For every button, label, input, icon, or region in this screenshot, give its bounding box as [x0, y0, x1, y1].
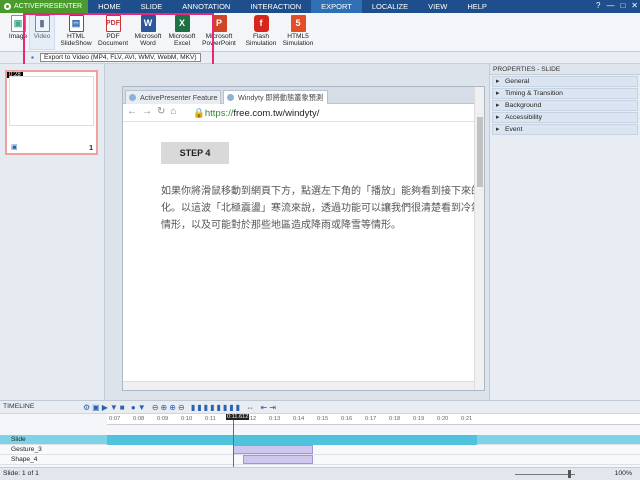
- thumb-slide-icon: ▣: [11, 144, 18, 151]
- slide-canvas[interactable]: ActivePresenter Feature Windyty 即將動態叢象預測…: [122, 86, 485, 391]
- browser-tab-activepresenter: ActivePresenter Feature: [125, 90, 221, 104]
- menu-slide[interactable]: SLIDE: [131, 0, 173, 13]
- menu-interaction[interactable]: INTERACTION: [240, 0, 311, 13]
- excel-icon: X: [174, 15, 190, 32]
- timeline-title: TIMELINE: [3, 403, 35, 410]
- browser-address-bar: ←→↻⌂ 🔒https://free.com.tw/windyty/: [123, 104, 484, 122]
- save-icon[interactable]: ▪: [31, 53, 34, 62]
- window-controls: ? — □ ✕: [596, 0, 638, 12]
- export-powerpoint-button[interactable]: P Microsoft PowerPoint: [199, 15, 239, 47]
- timeline-layer-gesture[interactable]: Gesture_3: [0, 445, 640, 455]
- thumb-slide-number: 1: [89, 145, 93, 152]
- export-video-tooltip: Export to Video (MP4, FLV, AVI, WMV, Web…: [40, 53, 201, 62]
- prop-timing-transition[interactable]: Timing & Transition: [492, 88, 638, 99]
- thumb-preview: [9, 76, 94, 126]
- prop-event[interactable]: Event: [492, 124, 638, 135]
- timeline-ruler[interactable]: 0:07 0:08 0:09 0:10 0:11 0:12 0:13 0:14 …: [107, 414, 640, 425]
- word-icon: W: [140, 15, 156, 32]
- html5-icon: 5: [290, 15, 306, 32]
- browser-nav-icons: ←→↻⌂: [127, 106, 182, 117]
- maximize-icon[interactable]: □: [620, 0, 625, 12]
- prop-accessibility[interactable]: Accessibility: [492, 112, 638, 123]
- slide-count: Slide: 1 of 1: [3, 470, 39, 477]
- menu-annotation[interactable]: ANNOTATION: [172, 0, 240, 13]
- app-tab-label: ACTIVEPRESENTER: [14, 3, 83, 10]
- menu-view[interactable]: VIEW: [418, 0, 457, 13]
- shape-object-bar[interactable]: [243, 455, 313, 464]
- lock-icon: 🔒: [193, 108, 205, 119]
- zoom-slider-handle[interactable]: [568, 470, 571, 478]
- timeline-header: TIMELINE ⚙▣▶▼■ ●▼ ⊖⊕⊕⊖ ▮▮▮▮▮▮▮▮ ⇔ ⇤⇥: [0, 401, 640, 414]
- activepresenter-logo-icon: [4, 3, 11, 10]
- timeline-toolbar[interactable]: ⚙▣▶▼■ ●▼ ⊖⊕⊕⊖ ▮▮▮▮▮▮▮▮ ⇔ ⇤⇥: [83, 403, 278, 412]
- close-icon[interactable]: ✕: [631, 0, 638, 12]
- html-slideshow-icon: ▤: [68, 15, 84, 32]
- app-menu-tab[interactable]: ACTIVEPRESENTER: [0, 0, 89, 13]
- menu-bar: ACTIVEPRESENTER HOME SLIDE ANNOTATION IN…: [0, 0, 640, 13]
- export-flash-simulation-button[interactable]: f Flash Simulation: [242, 15, 280, 47]
- tab-favicon-icon: [227, 94, 234, 101]
- slide-horizontal-scrollbar[interactable]: [123, 381, 474, 390]
- timeline-layer-shape[interactable]: Shape_4: [0, 455, 640, 465]
- slide-thumbnail[interactable]: 0:28 ▣ 1: [5, 70, 98, 155]
- video-button-hover: [29, 15, 55, 50]
- status-bar: Slide: 1 of 1 100%: [0, 467, 640, 480]
- slide-paragraph: 如果你將滑鼠移動到網頁下方，點選左下角的「播放」能夠看到接下來的 化。以這波「北…: [161, 186, 481, 231]
- menu-export[interactable]: EXPORT: [311, 0, 362, 13]
- export-pdf-button[interactable]: PDF PDF Document: [95, 15, 131, 47]
- menu-help[interactable]: HELP: [457, 0, 497, 13]
- powerpoint-icon: P: [211, 15, 227, 32]
- prop-general[interactable]: General: [492, 76, 638, 87]
- browser-url: 🔒https://free.com.tw/windyty/: [193, 108, 320, 119]
- slides-panel: 0:28 ▣ 1: [0, 64, 105, 400]
- prop-background[interactable]: Background: [492, 100, 638, 111]
- pdf-icon: PDF: [105, 15, 121, 32]
- browser-tab-strip: ActivePresenter Feature Windyty 即將動態叢象預測: [123, 87, 484, 104]
- export-word-button[interactable]: W Microsoft Word: [130, 15, 166, 47]
- slide-duration-bar[interactable]: [107, 435, 477, 445]
- zoom-level: 100%: [614, 470, 632, 477]
- menu-localize[interactable]: LOCALIZE: [362, 0, 418, 13]
- browser-tab-windyty: Windyty 即將動態叢象預測: [223, 90, 328, 104]
- menu-home[interactable]: HOME: [88, 0, 131, 13]
- minimize-icon[interactable]: —: [606, 0, 614, 12]
- tab-favicon-icon: [129, 94, 136, 101]
- export-html-slideshow-button[interactable]: ▤ HTML SlideShow: [58, 15, 94, 47]
- properties-title: PROPERTIES - SLIDE: [490, 64, 640, 75]
- help-icon[interactable]: ?: [596, 0, 600, 12]
- canvas-area: ActivePresenter Feature Windyty 即將動態叢象預測…: [105, 64, 489, 400]
- step-label: STEP 4: [161, 142, 229, 164]
- properties-panel: PROPERTIES - SLIDE General Timing & Tran…: [489, 64, 640, 400]
- gesture-object-bar[interactable]: [233, 445, 313, 454]
- export-html5-simulation-button[interactable]: 5 HTML5 Simulation: [279, 15, 317, 47]
- slide-vertical-scrollbar[interactable]: [474, 87, 484, 390]
- flash-icon: f: [253, 15, 269, 32]
- timeline-panel: TIMELINE ⚙▣▶▼■ ●▼ ⊖⊕⊕⊖ ▮▮▮▮▮▮▮▮ ⇔ ⇤⇥ 0:0…: [0, 400, 640, 468]
- zoom-slider[interactable]: [515, 474, 575, 475]
- timeline-playhead[interactable]: [233, 414, 234, 468]
- playhead-time: 0:11.612: [226, 414, 250, 420]
- ribbon: ▣ Image ▮ Video ▤ HTML SlideShow PDF PDF…: [0, 13, 640, 52]
- export-excel-button[interactable]: X Microsoft Excel: [164, 15, 200, 47]
